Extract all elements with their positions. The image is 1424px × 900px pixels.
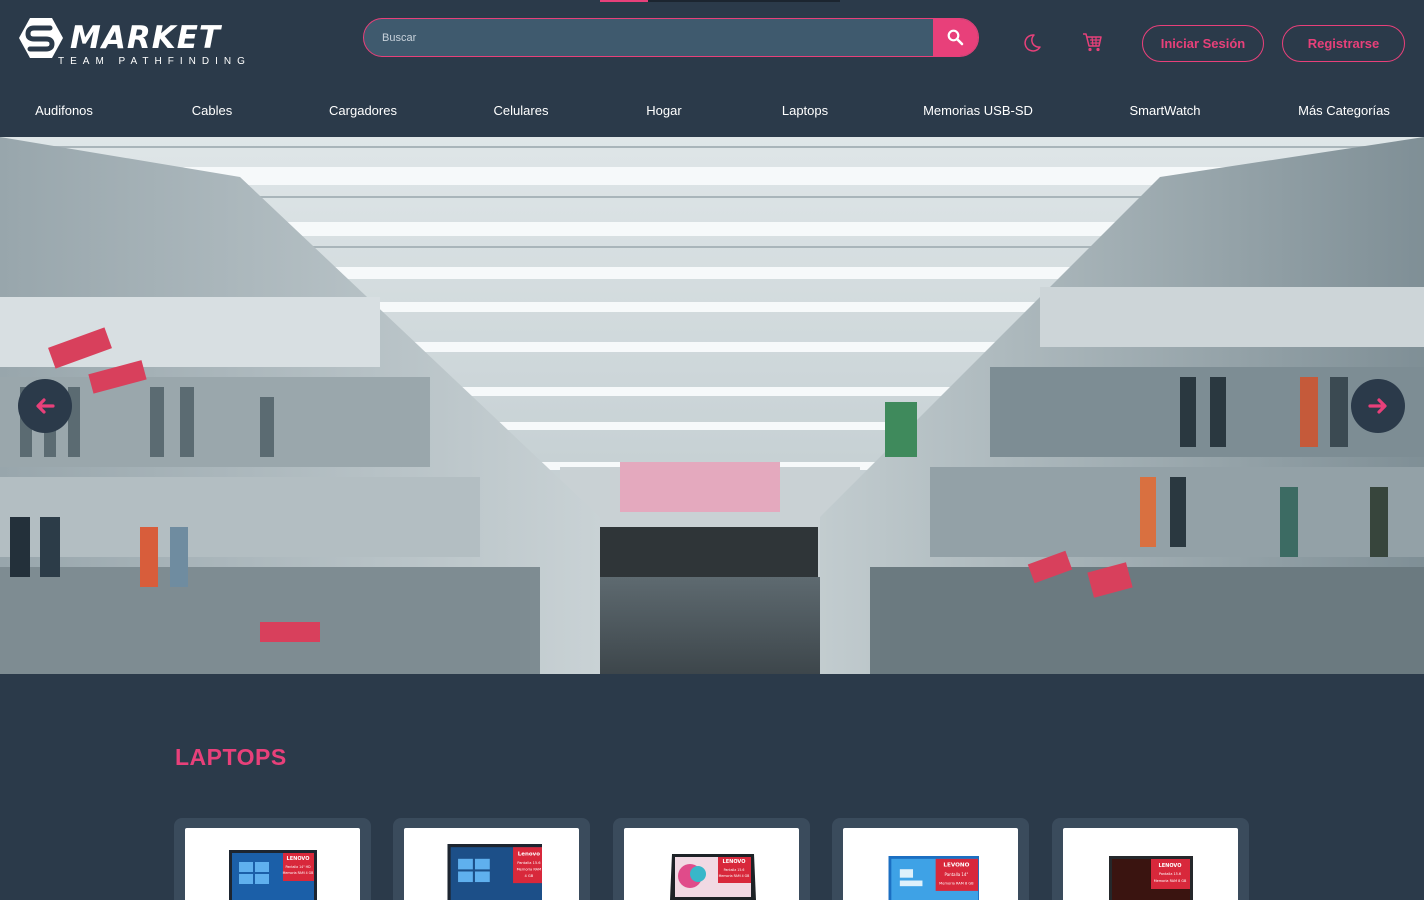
category-cables[interactable]: Cables [192, 103, 232, 118]
product-brand: LENOVO [1159, 863, 1182, 869]
product-spec-1: Pantalla 14" HD [285, 865, 311, 869]
product-spec-1: Pantalla 15.6 [1159, 872, 1181, 876]
arrow-right-icon [1368, 398, 1387, 414]
logo-mark-icon [19, 18, 63, 58]
laptop-image: LENOVO Pantalla 14" HD Memoria RAM 4 GB [229, 850, 317, 900]
search-bar [363, 18, 979, 57]
category-audifonos[interactable]: Audifonos [35, 103, 93, 118]
category-smartwatch[interactable]: SmartWatch [1129, 103, 1200, 118]
logo-tagline: TEAM PATHFINDING [58, 56, 251, 67]
dark-mode-toggle[interactable] [1017, 28, 1047, 58]
site-header: MARKET TEAM PATHFINDING Iniciar Sesión R… [0, 0, 1424, 86]
category-laptops[interactable]: Laptops [782, 103, 828, 118]
logo[interactable]: MARKET TEAM PATHFINDING [18, 16, 248, 72]
product-spec-1: Pantalla 15.6 [517, 861, 541, 865]
laptop-image: LENOVO Pantalla 15.6 Memoria RAM 4 GB [670, 854, 756, 900]
laptop-image: LENOVO Pantalla 15.6 Memoria RAM 8 GB [1109, 856, 1193, 900]
laptop-image: LEVONO Pantalla 14" Memoria RAM 8 GB [888, 856, 979, 900]
category-cargadores[interactable]: Cargadores [329, 103, 397, 118]
product-spec-1: Pantalla 15.6 [724, 868, 745, 872]
product-spec-3: 4 GB [525, 874, 534, 878]
category-hogar[interactable]: Hogar [646, 103, 681, 118]
product-brand: LENOVO [723, 859, 746, 865]
category-nav: Audifonos Cables Cargadores Celulares Ho… [0, 86, 1424, 137]
logo-text: MARKET [70, 20, 222, 56]
product-image: LENOVO Pantalla 14" HD Memoria RAM 4 GB [185, 828, 360, 900]
product-card[interactable]: LENOVO Pantalla 15.6 Memoria RAM 4 GB [613, 818, 810, 900]
search-icon [947, 29, 964, 46]
product-spec-2: Memoria RAM 8 GB [1154, 879, 1187, 883]
product-spec-2: Memoria RAM 8 GB [939, 881, 974, 885]
cart-icon [1083, 33, 1102, 52]
product-spec-2: Memoria RAM [517, 867, 542, 871]
hero-carousel [0, 137, 1424, 674]
login-button[interactable]: Iniciar Sesión [1142, 25, 1264, 62]
arrow-left-icon [36, 398, 55, 414]
product-image: LENOVO Pantalla 15.6 Memoria RAM 8 GB [1063, 828, 1238, 900]
product-card[interactable]: LEVONO Pantalla 14" Memoria RAM 8 GB [832, 818, 1029, 900]
hero-image [0, 137, 1424, 674]
product-spec-1: Pantalla 14" [945, 872, 969, 877]
product-spec-2: Memoria RAM 4 GB [283, 871, 314, 875]
search-button[interactable] [933, 19, 978, 56]
product-spec-2: Memoria RAM 4 GB [719, 874, 750, 878]
category-more[interactable]: Más Categorías [1298, 103, 1390, 118]
product-card[interactable]: LENOVO Pantalla 14" HD Memoria RAM 4 GB [174, 818, 371, 900]
carousel-prev-button[interactable] [18, 379, 72, 433]
product-image: LEVONO Pantalla 14" Memoria RAM 8 GB [843, 828, 1018, 900]
category-memorias[interactable]: Memorias USB-SD [923, 103, 1033, 118]
register-button[interactable]: Registrarse [1282, 25, 1405, 62]
product-image: LENOVO Pantalla 15.6 Memoria RAM 4 GB [624, 828, 799, 900]
category-celulares[interactable]: Celulares [494, 103, 549, 118]
carousel-next-button[interactable] [1351, 379, 1405, 433]
section-title: LAPTOPS [175, 744, 287, 770]
product-card[interactable]: LENOVO Pantalla 15.6 Memoria RAM 8 GB [1052, 818, 1249, 900]
product-image: Lenovo Pantalla 15.6 Memoria RAM 4 GB [404, 828, 579, 900]
product-brand: Lenovo [518, 852, 540, 858]
product-card[interactable]: Lenovo Pantalla 15.6 Memoria RAM 4 GB [393, 818, 590, 900]
cart-button[interactable] [1077, 27, 1107, 57]
moon-icon [1024, 34, 1041, 52]
search-input[interactable] [364, 19, 934, 56]
product-brand: LENOVO [287, 856, 310, 862]
product-brand: LEVONO [943, 862, 969, 868]
laptop-image: Lenovo Pantalla 15.6 Memoria RAM 4 GB [447, 844, 542, 900]
